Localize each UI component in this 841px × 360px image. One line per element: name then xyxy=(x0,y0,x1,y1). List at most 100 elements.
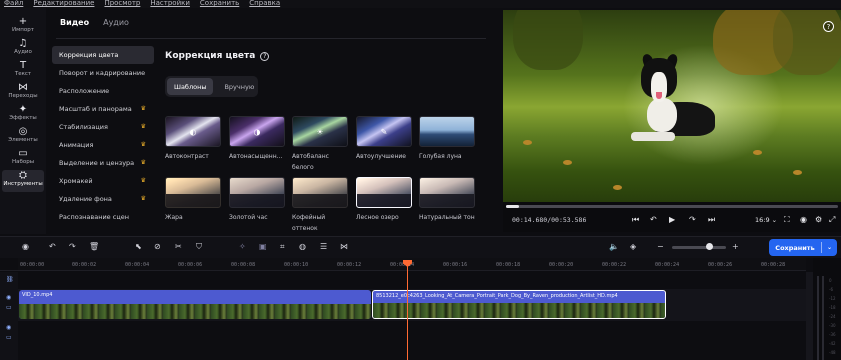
menu-settings[interactable]: Настройки xyxy=(150,0,190,8)
meter-tick: -42 xyxy=(829,341,836,346)
transition-icon[interactable]: ⋈ xyxy=(340,242,348,251)
cut-icon[interactable]: ✂ xyxy=(175,242,182,251)
ruler-label: 00:00:00 xyxy=(20,262,45,268)
tab-audio[interactable]: Аудио xyxy=(103,18,129,40)
preset-thumbnail xyxy=(419,116,475,147)
save-button[interactable]: Сохранить ⌄ xyxy=(769,239,837,256)
preset-golden-hour[interactable]: Золотой час xyxy=(229,177,285,223)
rail-audio[interactable]: ♫ Аудио xyxy=(2,38,44,60)
rail-text[interactable]: T Текст xyxy=(2,60,44,82)
rail-elements[interactable]: ◎ Элементы xyxy=(2,126,44,148)
playhead[interactable] xyxy=(407,262,408,360)
menubar: Файл Редактирование Просмотр Настройки С… xyxy=(0,0,841,8)
nav-item-stabilization[interactable]: Стабилизация ♛ xyxy=(52,118,154,136)
lock-icon[interactable]: ▭ xyxy=(6,304,12,311)
settings-icon[interactable]: ⚙ xyxy=(815,215,822,224)
nav-item-rotate-crop[interactable]: Поворот и кадрирование xyxy=(52,64,154,82)
nav-item-pan-zoom[interactable]: Масштаб и панорама ♛ xyxy=(52,100,154,118)
skip-forward-icon[interactable]: ⏭ xyxy=(708,215,715,225)
help-icon[interactable]: ? xyxy=(823,21,834,32)
menu-view[interactable]: Просмотр xyxy=(104,0,140,8)
preset-autosaturation[interactable]: ◑ Автонасыщенн... xyxy=(229,116,285,162)
tab-video[interactable]: Видео xyxy=(60,18,89,40)
nav-item-highlight-censor[interactable]: Выделение и цензура ♛ xyxy=(52,154,154,172)
nav-item-color-correction[interactable]: Коррекция цвета xyxy=(52,46,154,64)
nav-item-scene-detection[interactable]: Распознавание сцен xyxy=(52,208,154,226)
video-preview[interactable]: ? xyxy=(503,10,841,212)
undo-icon[interactable]: ↶ xyxy=(49,242,56,251)
help-icon[interactable]: ? xyxy=(260,51,270,61)
nav-item-position[interactable]: Расположение xyxy=(52,82,154,100)
rail-tools[interactable]: ⛭ Инструменты xyxy=(2,170,44,192)
preset-auto-enhance[interactable]: ✎ Автоулучшение xyxy=(356,116,412,162)
record-icon[interactable]: ◉ xyxy=(22,242,29,251)
preset-autocontrast[interactable]: ◐ Автоконтраст xyxy=(165,116,221,162)
timeline-clip-selected[interactable]: 8513212_e0c4263_Looking_At_Camera_Portra… xyxy=(372,290,666,319)
volume-icon[interactable]: 🔈 xyxy=(609,242,619,251)
zoom-in-icon[interactable]: + xyxy=(732,242,739,251)
cursor-icon[interactable]: ⬉ xyxy=(135,242,142,251)
redo-icon[interactable]: ↷ xyxy=(69,242,76,251)
shield-icon[interactable]: ⛉ xyxy=(196,242,202,252)
preset-heat[interactable]: Жара xyxy=(165,177,221,223)
timeline-clip[interactable]: VID_10.mp4 xyxy=(19,290,371,319)
manual-button[interactable]: Вручную xyxy=(217,78,261,95)
timeline-scrollbar[interactable] xyxy=(806,272,813,360)
menu-help[interactable]: Справка xyxy=(249,0,280,8)
link-icon[interactable]: ⛓ xyxy=(6,276,14,283)
nav-item-chroma-key[interactable]: Хромакей ♛ xyxy=(52,172,154,190)
eye-icon[interactable]: ◉ xyxy=(6,294,11,301)
ruler-label: 00:00:02 xyxy=(72,262,97,268)
nav-item-animation[interactable]: Анимация ♛ xyxy=(52,136,154,154)
preset-blue-moon[interactable]: Голубая луна xyxy=(419,116,475,162)
fit-icon[interactable]: ⛶ xyxy=(784,215,790,225)
crop-icon[interactable]: ⌗ xyxy=(280,242,285,252)
fullscreen-icon[interactable]: ⤢ xyxy=(829,215,835,225)
skip-back-icon[interactable]: ⏮ xyxy=(632,215,639,225)
rail-label: Инструменты xyxy=(3,181,43,187)
ripple-icon[interactable]: ⊘ xyxy=(154,242,161,251)
sparkle-icon[interactable]: ✧ xyxy=(239,242,246,251)
preset-natural-tone[interactable]: Натуральный тон xyxy=(419,177,475,223)
preset-thumbnail xyxy=(165,177,221,208)
eye-icon[interactable]: ◉ xyxy=(6,324,11,331)
templates-button[interactable]: Шаблоны xyxy=(167,78,214,95)
seek-bar[interactable] xyxy=(506,205,838,208)
rail-import[interactable]: + Импорт xyxy=(2,16,44,38)
aspect-ratio-select[interactable]: 16:9 ⌄ xyxy=(755,216,777,224)
dog-paws xyxy=(631,132,675,141)
zoom-out-icon[interactable]: − xyxy=(657,242,664,251)
forward-icon[interactable]: ↷ xyxy=(689,215,696,224)
rewind-icon[interactable]: ↶ xyxy=(650,215,657,224)
play-icon[interactable]: ▶ xyxy=(669,215,675,224)
menu-save[interactable]: Сохранить xyxy=(200,0,239,8)
image-icon[interactable]: ▣ xyxy=(259,242,267,251)
text-icon: T xyxy=(19,60,27,71)
rail-transitions[interactable]: ⋈ Переходы xyxy=(2,82,44,104)
preset-auto-white-balance[interactable]: ☀ Автобаланс белого xyxy=(292,116,348,173)
preset-label: Автонасыщенн... xyxy=(229,153,283,160)
preset-forest-lake[interactable]: Лесное озеро xyxy=(356,177,412,223)
color-icon[interactable]: ◍ xyxy=(299,242,306,251)
preset-coffee-tone[interactable]: Кофейный оттенок xyxy=(292,177,348,234)
rail-label: Импорт xyxy=(12,27,34,33)
menu-edit[interactable]: Редактирование xyxy=(33,0,94,8)
nav-label: Распознавание сцен xyxy=(59,213,129,221)
camera-icon[interactable]: ◉ xyxy=(800,215,807,224)
adjust-icon[interactable]: ☰ xyxy=(320,242,327,251)
zoom-slider-handle[interactable] xyxy=(706,243,713,250)
timecode: 00:14.680/00:53.586 xyxy=(512,216,587,224)
rail-sets[interactable]: ▭ Наборы xyxy=(2,148,44,170)
zoom-slider[interactable] xyxy=(672,246,726,249)
chevron-down-icon[interactable]: ⌄ xyxy=(822,244,837,251)
menu-file[interactable]: Файл xyxy=(4,0,23,8)
ruler-label: 00:00:12 xyxy=(337,262,362,268)
ruler-label: 00:00:10 xyxy=(284,262,309,268)
lock-icon[interactable]: ▭ xyxy=(6,334,12,341)
snap-icon[interactable]: ◈ xyxy=(630,242,636,251)
rail-effects[interactable]: ✦ Эффекты xyxy=(2,104,44,126)
nav-item-remove-background[interactable]: Удаление фона ♛ xyxy=(52,190,154,208)
delete-icon[interactable]: 🗑 xyxy=(89,242,99,251)
clip-name: VID_10.mp4 xyxy=(22,292,53,298)
panel-title: Коррекция цвета ? xyxy=(165,51,270,61)
